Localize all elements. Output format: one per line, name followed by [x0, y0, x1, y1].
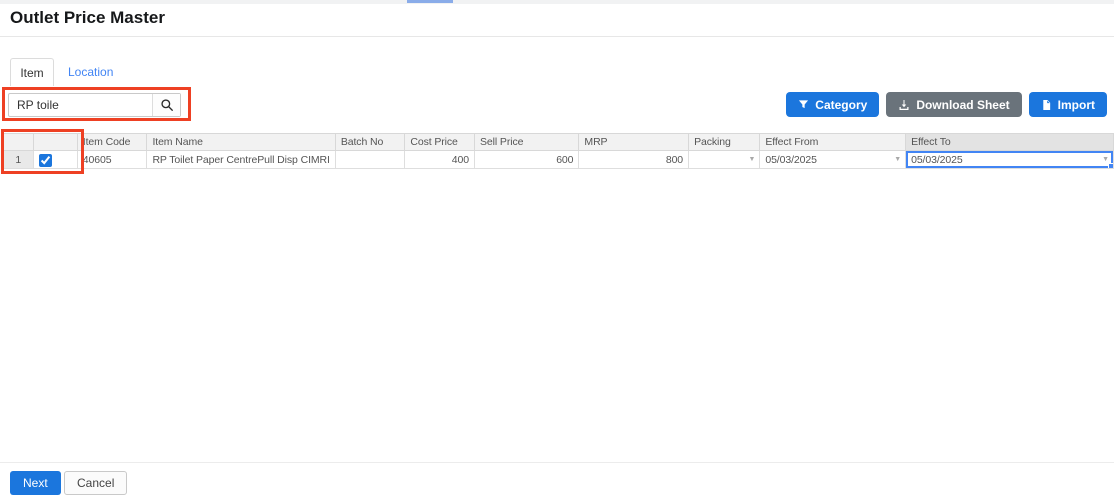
category-button-label: Category [815, 97, 868, 112]
header-row-number [3, 133, 34, 151]
row-select-cell [32, 150, 78, 169]
packing-cell[interactable]: ▼ [688, 150, 761, 169]
search-group [8, 93, 181, 117]
cell-fill-handle[interactable] [1108, 163, 1113, 168]
chevron-down-icon: ▼ [748, 155, 756, 163]
chevron-down-icon: ▼ [894, 155, 902, 163]
sell-price-cell[interactable]: 600 [473, 150, 580, 169]
file-icon [1041, 99, 1052, 111]
mrp-cell[interactable]: 800 [578, 150, 690, 169]
download-tray-icon [898, 99, 910, 111]
cost-price-cell[interactable]: 400 [404, 150, 475, 169]
import-button[interactable]: Import [1028, 92, 1107, 117]
effect-to-value: 05/03/2025 [911, 153, 963, 166]
top-progress-bar [407, 0, 453, 3]
row-checkbox[interactable] [38, 153, 52, 167]
page-title: Outlet Price Master [10, 8, 165, 27]
tab-item[interactable]: Item [10, 58, 54, 86]
top-strip [0, 0, 1114, 4]
effect-from-cell[interactable]: 05/03/2025 ▼ [759, 150, 907, 169]
effect-to-cell[interactable]: 05/03/2025 ▼ [905, 150, 1114, 169]
footer-divider [0, 462, 1114, 463]
table-row: 1 40605 RP Toilet Paper CentrePull Disp … [3, 150, 1114, 169]
header-effect-to: Effect To [905, 133, 1114, 151]
table-header-row: Item Code Item Name Batch No Cost Price … [3, 133, 1114, 151]
page: Outlet Price Master Item Location Catego… [0, 0, 1114, 497]
item-code-cell[interactable]: 40605 [76, 150, 148, 169]
download-sheet-button[interactable]: Download Sheet [886, 92, 1022, 117]
import-button-label: Import [1057, 97, 1095, 112]
category-button[interactable]: Category [786, 92, 880, 117]
batch-no-cell[interactable] [334, 150, 406, 169]
tab-location[interactable]: Location [54, 58, 127, 86]
header-packing: Packing [688, 133, 761, 151]
header-item-name: Item Name [146, 133, 336, 151]
price-table: Item Code Item Name Batch No Cost Price … [3, 133, 1114, 169]
search-input[interactable] [9, 94, 152, 116]
header-mrp: MRP [578, 133, 690, 151]
filter-funnel-icon [798, 99, 809, 110]
header-sell-price: Sell Price [473, 133, 580, 151]
toolbar: Category Download Sheet Import [786, 92, 1107, 117]
item-name-cell[interactable]: RP Toilet Paper CentrePull Disp CIMRI [146, 150, 336, 169]
row-number-cell[interactable]: 1 [3, 150, 34, 169]
search-icon [160, 98, 174, 112]
header-effect-from: Effect From [759, 133, 907, 151]
effect-from-value: 05/03/2025 [765, 153, 817, 166]
search-button[interactable] [152, 94, 180, 116]
header-checkbox [32, 133, 78, 151]
header-item-code: Item Code [76, 133, 148, 151]
header-cost-price: Cost Price [404, 133, 475, 151]
next-button[interactable]: Next [10, 471, 61, 495]
cancel-button[interactable]: Cancel [64, 471, 128, 495]
download-sheet-button-label: Download Sheet [916, 97, 1010, 112]
header-batch-no: Batch No [334, 133, 406, 151]
header-divider [0, 36, 1114, 37]
